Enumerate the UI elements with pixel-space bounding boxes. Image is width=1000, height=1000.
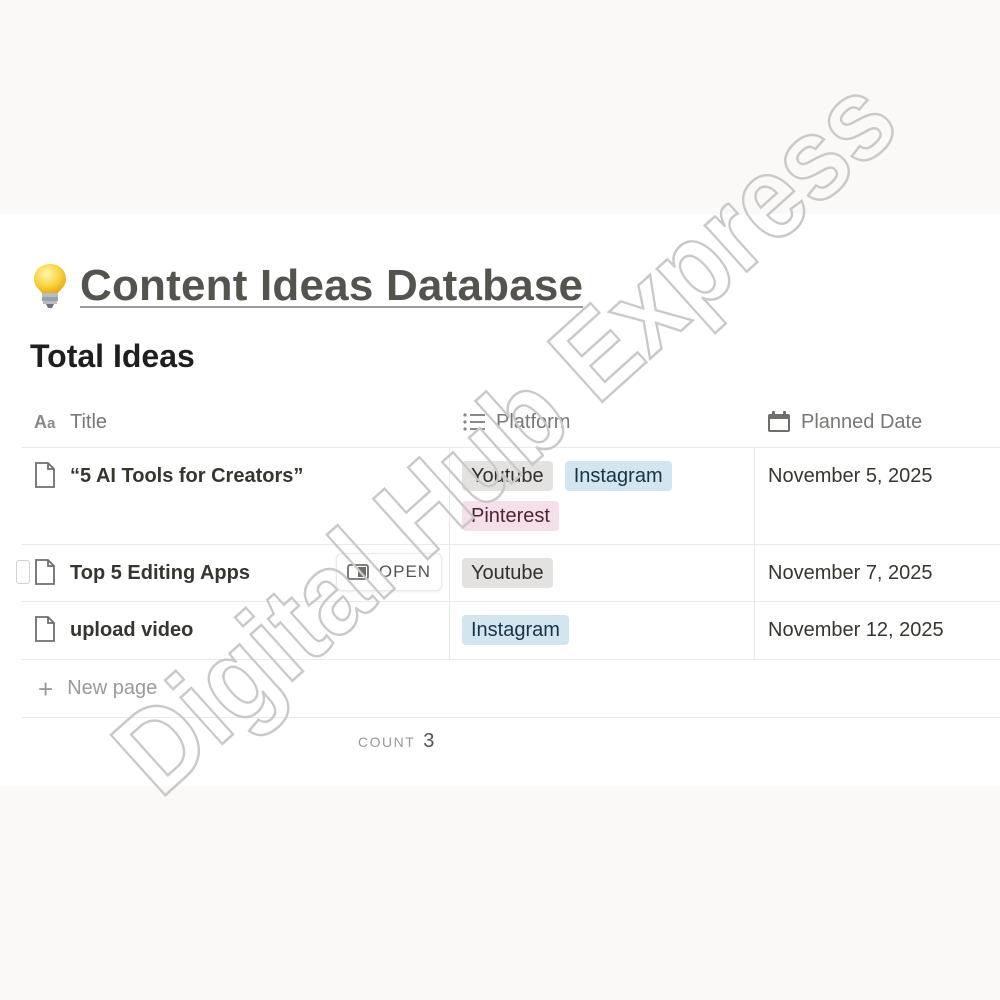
page-icon: [35, 462, 55, 488]
side-peek-icon: [347, 564, 369, 580]
platform-cell[interactable]: Youtube: [450, 545, 755, 601]
column-header-title[interactable]: A a Title: [22, 397, 450, 447]
open-page-button[interactable]: OPEN: [336, 553, 442, 591]
date-cell[interactable]: November 12, 2025: [755, 602, 1000, 659]
row-title: upload video: [70, 619, 194, 641]
plus-icon: +: [38, 673, 54, 704]
calendar-icon: [767, 411, 791, 433]
date-cell[interactable]: November 7, 2025: [755, 545, 1000, 601]
table-header: A a Title Platform Planned Date: [22, 397, 1000, 448]
new-page-button[interactable]: + New page: [22, 660, 1000, 718]
platform-tag-youtube: Youtube: [462, 461, 553, 491]
date-cell[interactable]: November 5, 2025: [755, 448, 1000, 544]
table-row[interactable]: upload video Instagram November 12, 2025: [22, 602, 1000, 660]
platform-tag-instagram: Instagram: [564, 461, 672, 491]
view-title[interactable]: Total Ideas: [30, 338, 195, 375]
svg-text:a: a: [47, 415, 56, 432]
title-cell[interactable]: upload video: [22, 602, 450, 659]
platform-cell[interactable]: Youtube Instagram Pinterest: [450, 448, 755, 544]
database-table: A a Title Platform Planned Date “5 AI To…: [16, 397, 1000, 718]
count-summary[interactable]: COUNT 3: [358, 730, 434, 753]
aa-text-icon: A a: [34, 412, 60, 432]
lightbulb-icon: [34, 264, 66, 308]
database-title-text: Content Ideas Database: [80, 261, 584, 310]
column-header-label: Title: [70, 410, 108, 433]
new-page-label: New page: [67, 677, 158, 699]
database-title[interactable]: Content Ideas Database: [32, 258, 583, 314]
page-icon: [35, 616, 55, 642]
row-title: “5 AI Tools for Creators”: [70, 465, 304, 487]
row-title: Top 5 Editing Apps: [70, 562, 250, 584]
platform-tag-pinterest: Pinterest: [462, 501, 559, 531]
column-header-platform[interactable]: Platform: [450, 397, 755, 447]
table-row[interactable]: “5 AI Tools for Creators” Youtube Instag…: [22, 448, 1000, 545]
svg-text:A: A: [34, 412, 47, 432]
platform-tag-instagram: Instagram: [462, 615, 569, 645]
open-label: OPEN: [378, 562, 432, 581]
title-cell[interactable]: “5 AI Tools for Creators”: [22, 448, 450, 544]
column-header-label: Planned Date: [801, 410, 923, 433]
count-label: COUNT: [358, 734, 416, 750]
count-value: 3: [423, 730, 435, 752]
platform-cell[interactable]: Instagram: [450, 602, 755, 659]
column-header-planned-date[interactable]: Planned Date: [755, 397, 1000, 447]
column-header-label: Platform: [496, 410, 571, 433]
row-drag-handle[interactable]: [16, 560, 30, 584]
title-cell[interactable]: Top 5 Editing Apps OPEN: [16, 545, 450, 601]
table-row[interactable]: Top 5 Editing Apps OPEN Youtube November…: [16, 545, 1000, 602]
list-icon: [462, 412, 486, 432]
page-icon: [35, 559, 55, 585]
platform-tag-youtube: Youtube: [462, 558, 553, 588]
